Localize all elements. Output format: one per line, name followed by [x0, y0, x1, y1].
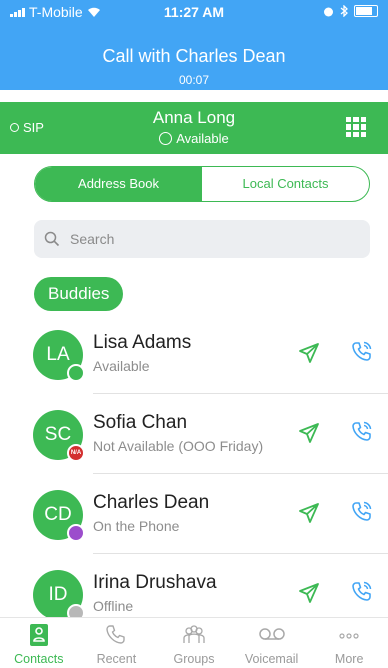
- bottom-tab-bar: Contacts Recent Groups Voicemail More: [0, 617, 388, 668]
- account-name[interactable]: Anna Long: [0, 108, 388, 128]
- tab-more[interactable]: More: [310, 618, 388, 668]
- tab-local-contacts[interactable]: Local Contacts: [202, 167, 369, 201]
- tab-label: More: [334, 652, 364, 666]
- call-icon[interactable]: [352, 421, 372, 443]
- avatar-initials: SC: [44, 424, 72, 445]
- tab-recent[interactable]: Recent: [78, 618, 156, 668]
- contact-name: Lisa Adams: [93, 332, 192, 353]
- contact-name: Irina Drushava: [93, 572, 217, 593]
- active-call-banner[interactable]: Call with Charles Dean 00:07: [0, 26, 388, 90]
- call-icon[interactable]: [352, 501, 372, 523]
- tab-groups[interactable]: Groups: [155, 618, 233, 668]
- send-message-icon[interactable]: [298, 502, 320, 524]
- battery-icon: [354, 5, 378, 17]
- tab-address-book[interactable]: Address Book: [35, 167, 202, 201]
- call-title: Call with Charles Dean: [102, 46, 286, 66]
- contact-row[interactable]: CD Charles Dean On the Phone: [0, 474, 388, 554]
- contact-status: Offline: [93, 598, 134, 614]
- avatar: CD: [33, 490, 85, 542]
- tab-voicemail[interactable]: Voicemail: [233, 618, 311, 668]
- contact-name: Sofia Chan: [93, 412, 188, 433]
- phone-icon: [106, 625, 126, 644]
- call-icon[interactable]: [352, 341, 372, 363]
- search-input[interactable]: [68, 230, 352, 248]
- search-icon: [44, 231, 60, 247]
- send-message-icon[interactable]: [298, 422, 320, 444]
- avatar: LA: [33, 330, 85, 382]
- account-bar: SIP Anna Long Available: [0, 102, 388, 154]
- tab-label: Groups: [173, 652, 215, 666]
- voicemail-icon: [258, 628, 285, 640]
- tab-label: Voicemail: [244, 652, 299, 666]
- contact-name: Charles Dean: [93, 492, 210, 513]
- status-bar: T-Mobile 11:27 AM: [0, 0, 388, 26]
- contact-status: Not Available (OOO Friday): [93, 438, 264, 454]
- presence-on-phone-icon: [67, 524, 85, 542]
- presence-not-available-icon: N/A: [67, 444, 85, 462]
- search-bar: [34, 220, 370, 258]
- tab-contacts[interactable]: Contacts: [0, 618, 78, 668]
- contacts-icon: [29, 624, 48, 646]
- presence-circle-icon: [159, 132, 173, 145]
- avatar-initials: CD: [44, 504, 72, 525]
- send-message-icon[interactable]: [298, 342, 320, 364]
- section-header-buddies: Buddies: [34, 277, 124, 311]
- avatar: ID: [33, 570, 85, 622]
- contact-status: On the Phone: [93, 518, 180, 534]
- alarm-icon: [324, 7, 333, 16]
- status-icons: [323, 5, 378, 17]
- contact-row[interactable]: SC N/A Sofia Chan Not Available (OOO Fri…: [0, 394, 388, 474]
- call-duration: 00:07: [178, 73, 210, 87]
- contact-status: Available: [93, 358, 150, 374]
- call-icon[interactable]: [352, 581, 372, 603]
- dialpad-icon[interactable]: [346, 117, 366, 137]
- avatar-initials: LA: [46, 344, 70, 365]
- account-status[interactable]: Available: [0, 131, 388, 146]
- avatar: SC N/A: [33, 410, 85, 462]
- avatar-initials: ID: [48, 584, 68, 605]
- bluetooth-icon: [340, 5, 348, 17]
- more-icon: [339, 633, 359, 639]
- presence-available-icon: [67, 364, 85, 382]
- account-status-label: Available: [176, 131, 229, 146]
- send-message-icon[interactable]: [298, 582, 320, 604]
- groups-icon: [183, 625, 205, 643]
- contact-row[interactable]: LA Lisa Adams Available: [0, 314, 388, 394]
- tab-label: Contacts: [14, 652, 64, 666]
- tab-label: Recent: [96, 652, 137, 666]
- contacts-source-switch: Address Book Local Contacts: [34, 166, 370, 202]
